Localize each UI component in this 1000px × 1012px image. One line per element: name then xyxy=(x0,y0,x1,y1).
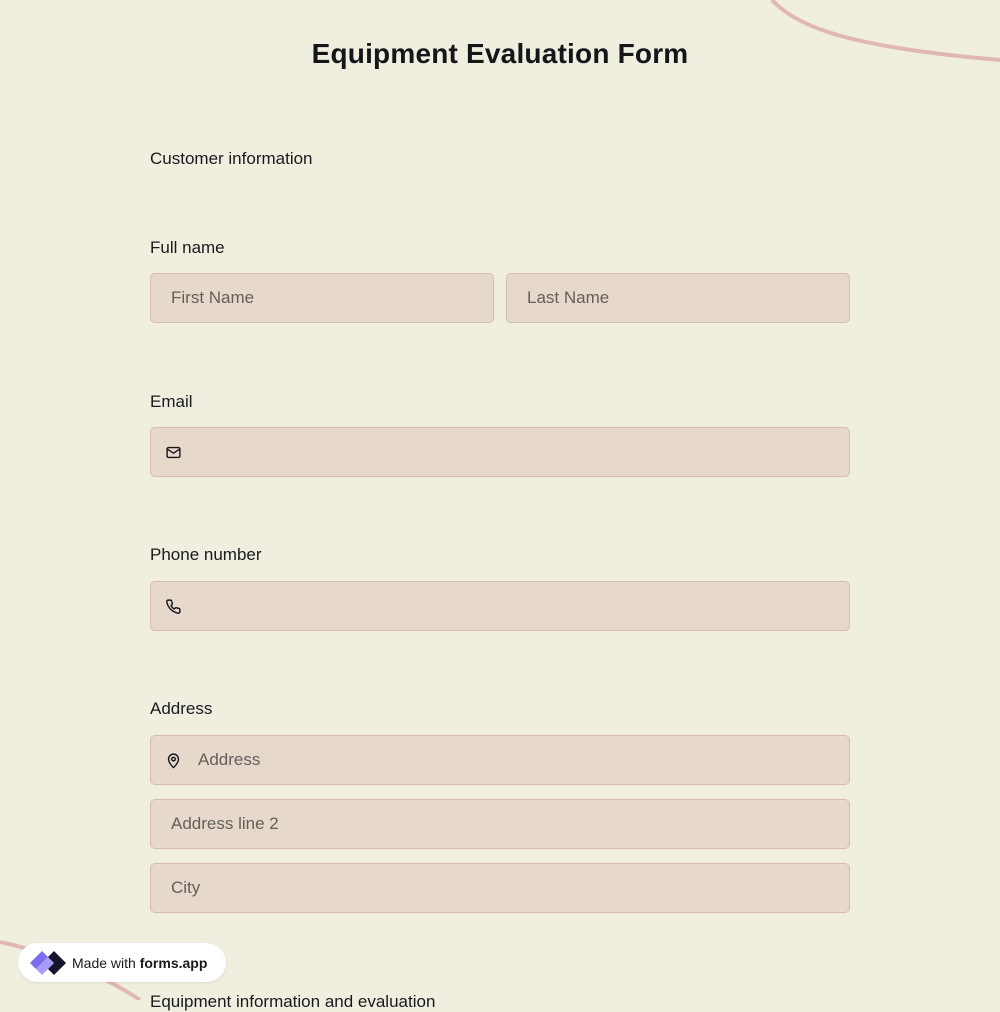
email-label: Email xyxy=(150,392,193,411)
address-line1-placeholder: Address xyxy=(198,750,261,769)
last-name-placeholder: Last Name xyxy=(527,288,610,307)
address-line1-input[interactable]: Address xyxy=(150,735,850,785)
full-name-label: Full name xyxy=(150,238,225,257)
badge-brand: forms.app xyxy=(139,954,208,971)
form-title: Equipment Evaluation Form xyxy=(311,38,689,69)
badge-text: Made with forms.app xyxy=(72,955,207,971)
address-label: Address xyxy=(150,699,213,718)
envelope-icon xyxy=(165,444,182,461)
first-name-placeholder: First Name xyxy=(171,288,255,307)
first-name-input[interactable]: First Name xyxy=(150,273,494,323)
address-line2-placeholder: Address line 2 xyxy=(171,814,279,833)
phone-icon xyxy=(165,598,182,615)
email-input[interactable] xyxy=(150,427,850,477)
phone-label: Phone number xyxy=(150,545,262,564)
badge-prefix: Made with xyxy=(72,954,136,971)
phone-input[interactable] xyxy=(150,581,850,631)
section-heading: Customer information xyxy=(150,149,313,168)
last-name-input[interactable]: Last Name xyxy=(506,273,850,323)
city-placeholder: City xyxy=(171,878,201,897)
next-section-heading: Equipment information and evaluation xyxy=(150,992,436,1011)
address-line2-input[interactable]: Address line 2 xyxy=(150,799,850,849)
map-pin-icon xyxy=(165,752,182,769)
forms-app-logo-icon xyxy=(30,950,66,975)
city-input[interactable]: City xyxy=(150,863,850,913)
made-with-badge[interactable]: Made with forms.app xyxy=(18,943,226,982)
